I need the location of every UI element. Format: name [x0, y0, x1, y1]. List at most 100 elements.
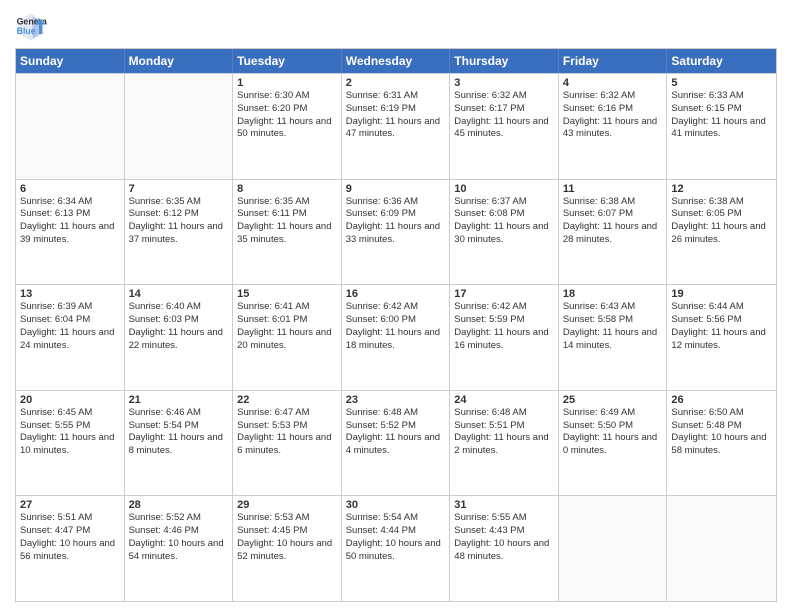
cell-2-1: 14Sunrise: 6:40 AMSunset: 6:03 PMDayligh… [125, 285, 234, 390]
day-number: 24 [454, 394, 554, 406]
cell-3-0: 20Sunrise: 6:45 AMSunset: 5:55 PMDayligh… [16, 391, 125, 496]
daylight-text: Daylight: 10 hours and 58 minutes. [671, 432, 772, 458]
day-number: 11 [563, 183, 663, 195]
day-number: 31 [454, 499, 554, 511]
sunset-text: Sunset: 5:59 PM [454, 314, 554, 327]
sunrise-text: Sunrise: 6:48 AM [346, 407, 446, 420]
cell-4-5 [559, 496, 668, 601]
daylight-text: Daylight: 10 hours and 54 minutes. [129, 538, 229, 564]
cell-3-2: 22Sunrise: 6:47 AMSunset: 5:53 PMDayligh… [233, 391, 342, 496]
sunrise-text: Sunrise: 5:52 AM [129, 512, 229, 525]
day-number: 21 [129, 394, 229, 406]
sunrise-text: Sunrise: 6:36 AM [346, 196, 446, 209]
sunset-text: Sunset: 6:19 PM [346, 103, 446, 116]
daylight-text: Daylight: 10 hours and 48 minutes. [454, 538, 554, 564]
cell-1-1: 7Sunrise: 6:35 AMSunset: 6:12 PMDaylight… [125, 180, 234, 285]
day-number: 22 [237, 394, 337, 406]
sunrise-text: Sunrise: 6:32 AM [454, 90, 554, 103]
week-row-2: 6Sunrise: 6:34 AMSunset: 6:13 PMDaylight… [16, 179, 776, 285]
page: General Blue Sunday Monday Tuesday Wedne… [0, 0, 792, 612]
cell-1-2: 8Sunrise: 6:35 AMSunset: 6:11 PMDaylight… [233, 180, 342, 285]
sunset-text: Sunset: 6:04 PM [20, 314, 120, 327]
daylight-text: Daylight: 11 hours and 0 minutes. [563, 432, 663, 458]
sunset-text: Sunset: 5:56 PM [671, 314, 772, 327]
cell-0-3: 2Sunrise: 6:31 AMSunset: 6:19 PMDaylight… [342, 74, 451, 179]
calendar-header: Sunday Monday Tuesday Wednesday Thursday… [16, 49, 776, 73]
sunrise-text: Sunrise: 6:37 AM [454, 196, 554, 209]
daylight-text: Daylight: 11 hours and 18 minutes. [346, 327, 446, 353]
cell-2-2: 15Sunrise: 6:41 AMSunset: 6:01 PMDayligh… [233, 285, 342, 390]
cell-0-5: 4Sunrise: 6:32 AMSunset: 6:16 PMDaylight… [559, 74, 668, 179]
daylight-text: Daylight: 11 hours and 2 minutes. [454, 432, 554, 458]
day-number: 27 [20, 499, 120, 511]
sunset-text: Sunset: 4:44 PM [346, 525, 446, 538]
day-number: 10 [454, 183, 554, 195]
day-number: 19 [671, 288, 772, 300]
day-number: 30 [346, 499, 446, 511]
sunset-text: Sunset: 5:52 PM [346, 420, 446, 433]
header-monday: Monday [125, 49, 234, 73]
day-number: 23 [346, 394, 446, 406]
daylight-text: Daylight: 11 hours and 35 minutes. [237, 221, 337, 247]
day-number: 20 [20, 394, 120, 406]
sunrise-text: Sunrise: 6:44 AM [671, 301, 772, 314]
day-number: 9 [346, 183, 446, 195]
sunrise-text: Sunrise: 6:42 AM [346, 301, 446, 314]
week-row-5: 27Sunrise: 5:51 AMSunset: 4:47 PMDayligh… [16, 495, 776, 601]
logo: General Blue [15, 10, 51, 42]
cell-4-3: 30Sunrise: 5:54 AMSunset: 4:44 PMDayligh… [342, 496, 451, 601]
sunset-text: Sunset: 6:12 PM [129, 208, 229, 221]
cell-4-6 [667, 496, 776, 601]
sunrise-text: Sunrise: 6:41 AM [237, 301, 337, 314]
sunset-text: Sunset: 5:53 PM [237, 420, 337, 433]
day-number: 8 [237, 183, 337, 195]
day-number: 2 [346, 77, 446, 89]
header: General Blue [15, 10, 777, 42]
day-number: 14 [129, 288, 229, 300]
cell-4-1: 28Sunrise: 5:52 AMSunset: 4:46 PMDayligh… [125, 496, 234, 601]
cell-1-0: 6Sunrise: 6:34 AMSunset: 6:13 PMDaylight… [16, 180, 125, 285]
sunrise-text: Sunrise: 6:31 AM [346, 90, 446, 103]
sunrise-text: Sunrise: 6:39 AM [20, 301, 120, 314]
daylight-text: Daylight: 11 hours and 43 minutes. [563, 116, 663, 142]
daylight-text: Daylight: 11 hours and 41 minutes. [671, 116, 772, 142]
day-number: 15 [237, 288, 337, 300]
sunset-text: Sunset: 6:05 PM [671, 208, 772, 221]
sunset-text: Sunset: 5:54 PM [129, 420, 229, 433]
daylight-text: Daylight: 11 hours and 39 minutes. [20, 221, 120, 247]
header-saturday: Saturday [667, 49, 776, 73]
cell-3-4: 24Sunrise: 6:48 AMSunset: 5:51 PMDayligh… [450, 391, 559, 496]
svg-text:General: General [17, 16, 47, 26]
sunset-text: Sunset: 6:15 PM [671, 103, 772, 116]
daylight-text: Daylight: 11 hours and 22 minutes. [129, 327, 229, 353]
cell-1-4: 10Sunrise: 6:37 AMSunset: 6:08 PMDayligh… [450, 180, 559, 285]
daylight-text: Daylight: 11 hours and 12 minutes. [671, 327, 772, 353]
calendar: Sunday Monday Tuesday Wednesday Thursday… [15, 48, 777, 602]
day-number: 1 [237, 77, 337, 89]
sunset-text: Sunset: 6:20 PM [237, 103, 337, 116]
sunrise-text: Sunrise: 6:46 AM [129, 407, 229, 420]
sunrise-text: Sunrise: 6:34 AM [20, 196, 120, 209]
cell-0-0 [16, 74, 125, 179]
cell-2-5: 18Sunrise: 6:43 AMSunset: 5:58 PMDayligh… [559, 285, 668, 390]
day-number: 17 [454, 288, 554, 300]
daylight-text: Daylight: 10 hours and 56 minutes. [20, 538, 120, 564]
header-tuesday: Tuesday [233, 49, 342, 73]
cell-2-0: 13Sunrise: 6:39 AMSunset: 6:04 PMDayligh… [16, 285, 125, 390]
sunrise-text: Sunrise: 6:40 AM [129, 301, 229, 314]
cell-1-3: 9Sunrise: 6:36 AMSunset: 6:09 PMDaylight… [342, 180, 451, 285]
sunrise-text: Sunrise: 5:51 AM [20, 512, 120, 525]
week-row-1: 1Sunrise: 6:30 AMSunset: 6:20 PMDaylight… [16, 73, 776, 179]
daylight-text: Daylight: 11 hours and 45 minutes. [454, 116, 554, 142]
sunset-text: Sunset: 6:09 PM [346, 208, 446, 221]
sunrise-text: Sunrise: 5:54 AM [346, 512, 446, 525]
sunset-text: Sunset: 4:46 PM [129, 525, 229, 538]
daylight-text: Daylight: 11 hours and 37 minutes. [129, 221, 229, 247]
sunset-text: Sunset: 6:13 PM [20, 208, 120, 221]
sunset-text: Sunset: 5:48 PM [671, 420, 772, 433]
day-number: 12 [671, 183, 772, 195]
daylight-text: Daylight: 10 hours and 50 minutes. [346, 538, 446, 564]
daylight-text: Daylight: 11 hours and 30 minutes. [454, 221, 554, 247]
cell-2-3: 16Sunrise: 6:42 AMSunset: 6:00 PMDayligh… [342, 285, 451, 390]
day-number: 7 [129, 183, 229, 195]
